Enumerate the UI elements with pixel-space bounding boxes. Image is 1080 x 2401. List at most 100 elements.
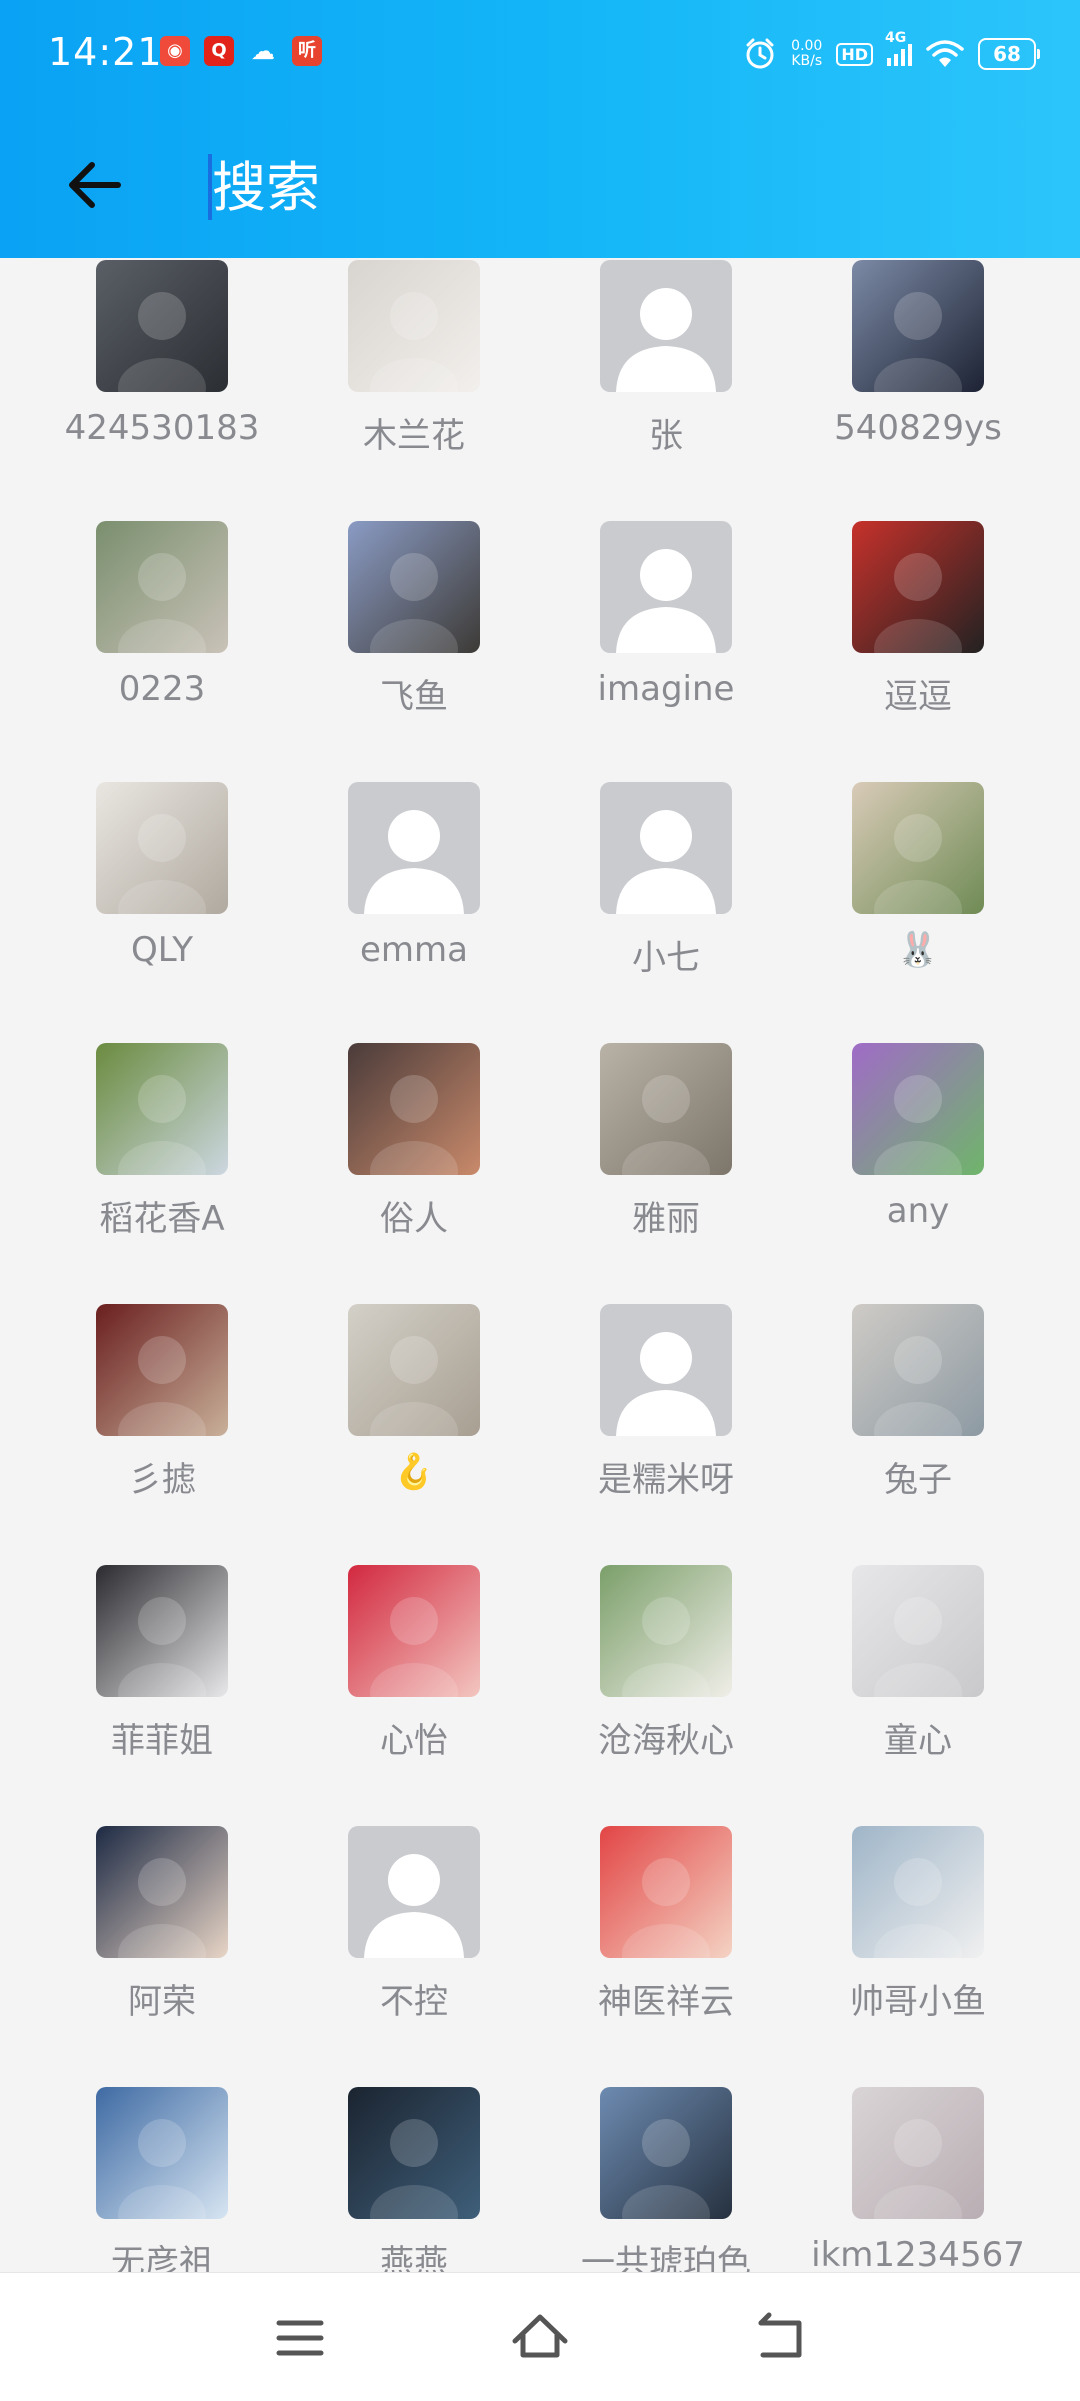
contact-name: 🪝 [392,1452,436,1492]
contact-item[interactable]: ikm1234567 [792,2085,1044,2272]
contact-avatar [852,1565,984,1697]
contact-item[interactable]: 木兰花 [288,258,540,519]
contact-name: 540829ys [834,408,1002,448]
contact-item[interactable]: 小七 [540,780,792,1041]
contact-item[interactable]: 燕燕 [288,2085,540,2272]
contact-avatar [852,260,984,392]
contact-name: 0223 [118,669,206,709]
contact-name: imagine [597,669,735,709]
contact-name: 沧海秋心 [598,1721,734,1761]
contact-name: 童心 [884,1721,952,1761]
contact-avatar [348,2087,480,2219]
contact-name: 逗逗 [884,677,952,717]
contact-item[interactable]: 沧海秋心 [540,1563,792,1824]
contact-item[interactable]: any [792,1041,1044,1302]
default-avatar-icon [348,782,480,914]
contact-avatar [96,1043,228,1175]
hd-badge: HD [836,42,873,66]
contact-item[interactable]: 一共琥珀色 [540,2085,792,2272]
contact-item[interactable]: 神医祥云 [540,1824,792,2085]
contact-item[interactable]: 🐰 [792,780,1044,1041]
menu-icon[interactable] [265,2303,335,2373]
contact-grid: 424530183 木兰花 张 540829ys 0223 飞鱼 imagine 逗逗 QLY e… [0,258,1080,2272]
contact-item[interactable]: QLY [36,780,288,1041]
app-header: 14:21 ◉ Q ☁ 听 0.00 KB/s HD 4G 68 搜索 [0,0,1080,258]
contact-avatar [348,521,480,653]
contact-name: 彡摅 [128,1460,196,1500]
contact-avatar [96,260,228,392]
contact-item[interactable]: 540829ys [792,258,1044,519]
contact-name: 424530183 [64,408,260,448]
contact-name: 是糯米呀 [598,1460,734,1500]
contact-name: 兔子 [884,1460,952,1500]
contact-item[interactable]: 俗人 [288,1041,540,1302]
net-speed-value: 0.00 [791,38,823,54]
contact-avatar [852,1043,984,1175]
contact-item[interactable]: 424530183 [36,258,288,519]
contact-avatar [348,1304,480,1436]
contact-item[interactable]: 无彦祖 [36,2085,288,2272]
wifi-icon [926,40,964,67]
back-nav-icon[interactable] [745,2303,815,2373]
contact-item[interactable]: 帅哥小鱼 [792,1824,1044,2085]
contact-item[interactable]: 雅丽 [540,1041,792,1302]
default-avatar-icon [600,782,732,914]
home-icon[interactable] [505,2303,575,2373]
contact-grid-scroll[interactable]: 424530183 木兰花 张 540829ys 0223 飞鱼 imagine 逗逗 QLY e… [0,258,1080,2272]
contact-item[interactable]: 0223 [36,519,288,780]
contact-avatar [96,2087,228,2219]
contact-item[interactable]: 逗逗 [792,519,1044,780]
weibo-icon: ◉ [160,36,190,66]
contact-name: 帅哥小鱼 [850,1982,986,2022]
contact-item[interactable]: 童心 [792,1563,1044,1824]
contact-item[interactable]: 心怡 [288,1563,540,1824]
contact-avatar [96,1565,228,1697]
contact-avatar [96,782,228,914]
contact-name: ikm1234567 [811,2235,1025,2272]
contact-avatar [600,2087,732,2219]
contact-item[interactable]: 菲菲姐 [36,1563,288,1824]
contact-name: 木兰花 [363,416,465,456]
contact-name: 阿荣 [128,1982,196,2022]
system-nav-bar [0,2272,1080,2401]
contact-name: 小七 [632,938,700,978]
wechat-icon: ☁ [251,37,275,65]
contact-avatar [852,521,984,653]
contact-item[interactable]: 张 [540,258,792,519]
contact-item[interactable]: 是糯米呀 [540,1302,792,1563]
contact-item[interactable]: 飞鱼 [288,519,540,780]
back-arrow-icon[interactable] [60,150,130,220]
search-placeholder: 搜索 [212,156,320,219]
alarm-icon [746,38,774,69]
search-input[interactable]: 搜索 [208,148,1008,228]
contact-item[interactable]: 阿荣 [36,1824,288,2085]
default-avatar-icon [600,260,732,392]
contact-avatar [600,1826,732,1958]
contact-item[interactable]: emma [288,780,540,1041]
signal-icon: 4G [885,30,912,66]
status-bar: 14:21 ◉ Q ☁ 听 0.00 KB/s HD 4G 68 [0,0,1080,110]
contact-name: 心怡 [380,1721,448,1761]
contact-avatar [852,2087,984,2219]
contact-name: 稻花香A [99,1199,225,1239]
contact-avatar [852,1304,984,1436]
default-avatar-icon [600,1304,732,1436]
status-time: 14:21 [48,30,163,74]
contact-name: 飞鱼 [380,677,448,717]
contact-item[interactable]: 彡摅 [36,1302,288,1563]
contact-name: any [886,1191,950,1231]
contact-item[interactable]: 🪝 [288,1302,540,1563]
default-avatar-icon [348,1826,480,1958]
contact-avatar [348,1565,480,1697]
contact-item[interactable]: 不控 [288,1824,540,2085]
contact-item[interactable]: 稻花香A [36,1041,288,1302]
contact-item[interactable]: 兔子 [792,1302,1044,1563]
contact-name: 一共琥珀色 [581,2243,751,2272]
contact-name: 无彦祖 [111,2243,213,2272]
contact-name: 神医祥云 [598,1982,734,2022]
contact-avatar [348,1043,480,1175]
contact-item[interactable]: imagine [540,519,792,780]
qq-icon: Q [204,36,234,66]
contact-name: 雅丽 [632,1199,700,1239]
network-type: 4G [885,30,907,46]
